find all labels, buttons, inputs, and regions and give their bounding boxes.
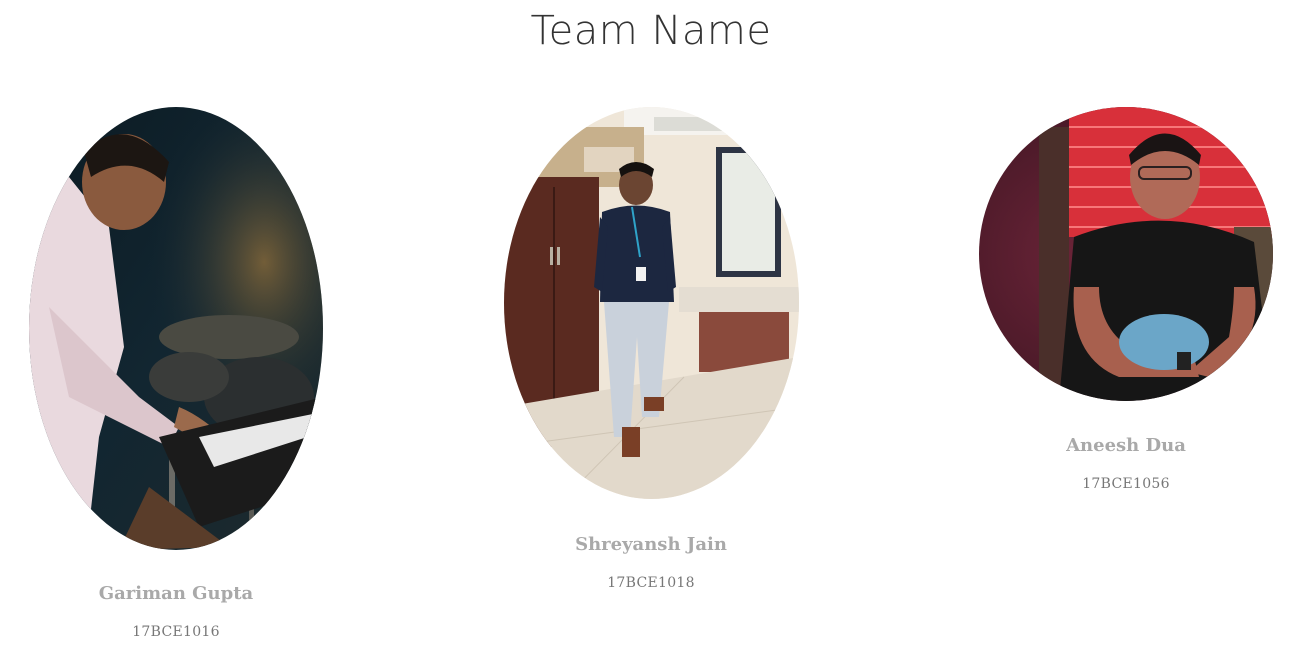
member-reg-number: 17BCE1056: [1082, 476, 1170, 492]
member-name: Shreyansh Jain: [575, 534, 727, 555]
member-photo-aneesh: [979, 107, 1273, 401]
member-name: Gariman Gupta: [98, 583, 254, 604]
member-photo-shreyansh: [504, 107, 799, 499]
member-name: Aneesh Dua: [1066, 435, 1186, 456]
member-reg-number: 17BCE1016: [132, 624, 220, 640]
member-reg-number: 17BCE1018: [607, 575, 695, 591]
page-title: Team Name: [530, 8, 772, 54]
member-photo-gariman: [29, 107, 323, 550]
